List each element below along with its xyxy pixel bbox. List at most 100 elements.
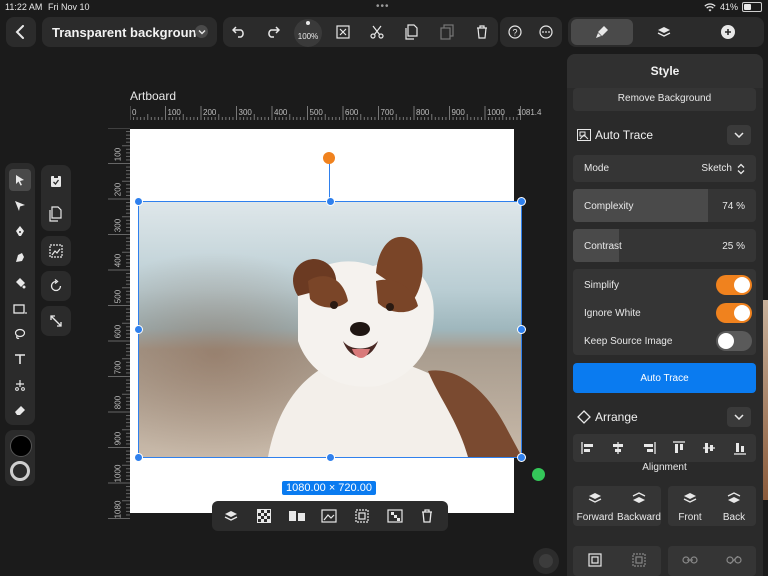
eraser-tool[interactable] [9, 399, 31, 421]
group-icon[interactable] [587, 553, 603, 567]
multitask-dots[interactable]: ••• [376, 1, 390, 12]
vector-brush-tool[interactable] [9, 246, 31, 268]
align-bottom-icon[interactable] [732, 440, 748, 456]
crop-icon[interactable] [353, 507, 371, 525]
handle-top-left[interactable] [134, 197, 143, 206]
split-view-icon[interactable] [287, 507, 307, 525]
contrast-label: Contrast [584, 241, 622, 252]
redo-icon[interactable] [263, 22, 283, 42]
direct-select-icon [15, 201, 25, 211]
rotate-icon[interactable] [46, 276, 66, 296]
rotation-handle[interactable] [323, 152, 335, 164]
ruler-h-label: 900 [451, 108, 465, 117]
style-brush-tab[interactable] [571, 19, 633, 45]
layers-tab-icon[interactable] [656, 25, 672, 39]
align-right-icon[interactable] [641, 440, 657, 456]
arrow-pointer-icon [16, 175, 24, 186]
direct-select-tool[interactable] [9, 195, 31, 217]
scissors-icon[interactable] [367, 22, 387, 42]
knife-tool[interactable] [9, 374, 31, 396]
handle-bottom-right[interactable] [517, 453, 526, 462]
auto-trace-collapse[interactable] [727, 125, 751, 145]
chevron-down-icon[interactable] [195, 25, 208, 38]
alignment-label: Alignment [642, 462, 687, 473]
handle-middle-left[interactable] [134, 325, 143, 334]
ruler-v-label: 1000 [113, 464, 123, 483]
image-icon[interactable] [320, 507, 338, 525]
complexity-value: 74 % [722, 201, 745, 212]
pen-nib-icon [16, 226, 24, 236]
unlink-icon[interactable] [726, 554, 742, 566]
mode-select[interactable]: Mode Sketch [573, 155, 756, 182]
stroke-color-swatch[interactable] [10, 461, 30, 481]
align-top-icon[interactable] [671, 440, 687, 456]
handle-top-right[interactable] [517, 197, 526, 206]
ignore-white-label: Ignore White [584, 308, 641, 319]
paste-icon[interactable] [437, 22, 457, 42]
arrange-collapse[interactable] [727, 407, 751, 427]
align-center-h-icon[interactable] [610, 440, 626, 456]
help-icon[interactable]: ? [505, 22, 525, 42]
back-button[interactable] [6, 17, 36, 47]
handle-bottom-center[interactable] [326, 453, 335, 462]
more-icon[interactable] [536, 22, 556, 42]
duplicate-icon[interactable] [402, 22, 422, 42]
send-backward-icon[interactable] [631, 491, 647, 505]
handle-top-center[interactable] [326, 197, 335, 206]
send-to-back-icon[interactable] [726, 491, 742, 505]
fill-tool[interactable] [9, 272, 31, 294]
ruler-v-label: 1080 [113, 500, 123, 518]
scale-icon[interactable] [46, 311, 66, 331]
bring-to-front-icon[interactable] [682, 491, 698, 505]
lasso-tool[interactable] [9, 323, 31, 345]
simplify-toggle[interactable] [716, 275, 752, 295]
trash-icon[interactable] [472, 22, 492, 42]
complexity-slider[interactable]: Complexity 74 % [573, 189, 756, 222]
ruler-v-label: 400 [113, 253, 123, 268]
text-tool[interactable] [9, 348, 31, 370]
align-center-v-icon[interactable] [701, 440, 717, 456]
forward-label: Forward [576, 512, 614, 523]
link-icon[interactable] [682, 554, 698, 566]
chevron-down-icon [734, 414, 744, 420]
fill-color-swatch[interactable] [10, 435, 32, 457]
undo-icon[interactable] [229, 22, 249, 42]
complexity-label: Complexity [584, 201, 634, 212]
zoom-dial[interactable]: 100% [294, 19, 322, 47]
ruler-h-label: 100 [167, 108, 181, 117]
add-tab-icon[interactable] [721, 25, 735, 39]
ruler-v-label: 900 [113, 431, 123, 445]
ruler-h-label: 400 [274, 108, 288, 117]
copy-style-icon[interactable] [46, 204, 66, 224]
select-tool[interactable] [9, 169, 31, 191]
ruler-v-label: 100 [113, 147, 123, 161]
text-icon [15, 354, 25, 364]
transparency-icon[interactable] [255, 507, 273, 525]
transform-icon[interactable] [333, 22, 353, 42]
ignore-white-toggle[interactable] [716, 303, 752, 323]
handle-bottom-left[interactable] [134, 453, 143, 462]
mode-value: Sketch [701, 163, 732, 174]
contrast-slider[interactable]: Contrast 25 % [573, 229, 756, 262]
delete-icon[interactable] [418, 507, 436, 525]
auto-trace-button[interactable]: Auto Trace [573, 363, 756, 393]
quick-action-button[interactable] [533, 548, 559, 574]
ruler-h-label: 600 [345, 108, 359, 117]
handle-middle-right[interactable] [517, 325, 526, 334]
paste-style-icon[interactable] [46, 171, 66, 191]
artboard-label: Artboard [130, 89, 177, 103]
layers-icon[interactable] [222, 507, 240, 525]
image-trace-icon[interactable] [46, 241, 66, 261]
bring-forward-icon[interactable] [587, 491, 603, 505]
dog-photo[interactable] [138, 201, 522, 457]
panel-title: Style [650, 64, 680, 78]
rectangle-tool[interactable] [9, 298, 31, 320]
keep-source-toggle[interactable] [716, 331, 752, 351]
pen-tool[interactable] [9, 220, 31, 242]
ungroup-icon[interactable] [631, 553, 647, 567]
rectangle-icon [13, 304, 27, 314]
pivot-handle[interactable] [532, 468, 545, 481]
align-left-icon[interactable] [580, 440, 596, 456]
mask-icon[interactable] [386, 507, 404, 525]
remove-background-button[interactable]: Remove Background [573, 88, 756, 111]
